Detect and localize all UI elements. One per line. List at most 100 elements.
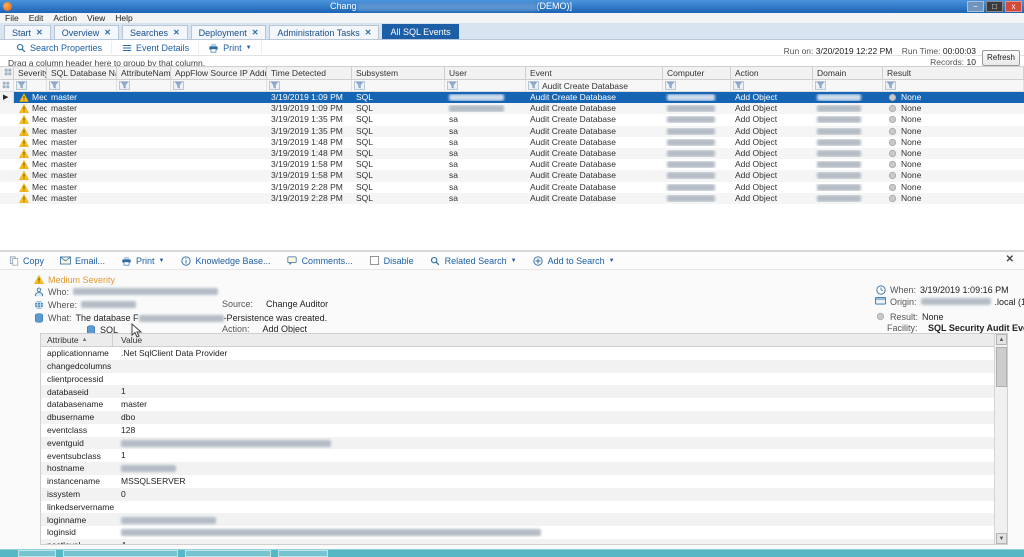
attribute-row[interactable]: hostname [41, 462, 1007, 475]
attribute-row[interactable]: clientprocessid [41, 373, 1007, 386]
filter-funnel-icon[interactable] [733, 81, 744, 90]
filter-funnel-icon[interactable] [49, 81, 60, 90]
filter-funnel-icon[interactable] [528, 81, 539, 90]
event-row[interactable]: Mediummaster3/19/2019 1:35 PMSQLsaAudit … [0, 114, 1024, 125]
close-button[interactable]: x [1005, 1, 1022, 12]
attribute-row[interactable]: issystem0 [41, 488, 1007, 501]
menu-item-edit[interactable]: Edit [29, 13, 44, 23]
detail-toolbar-add-to-search[interactable]: Add to Search▼ [533, 255, 615, 266]
filter-cell-attributename[interactable] [117, 80, 171, 91]
tab-overview[interactable]: Overview✕ [54, 25, 119, 39]
column-header-subsystem[interactable]: Subsystem [352, 67, 445, 79]
filter-cell-database[interactable] [47, 80, 117, 91]
scroll-up-icon[interactable]: ▲ [996, 334, 1007, 345]
toolbar-event-details[interactable]: Event Details [112, 41, 199, 54]
attribute-row[interactable]: databasenamemaster [41, 398, 1007, 411]
filter-funnel-icon[interactable] [119, 81, 130, 90]
scroll-down-icon[interactable]: ▼ [996, 533, 1007, 544]
menu-item-action[interactable]: Action [53, 13, 77, 23]
event-row[interactable]: Mediummaster3/19/2019 1:58 PMSQLsaAudit … [0, 159, 1024, 170]
attribute-row[interactable]: eventclass128 [41, 424, 1007, 437]
tab-searches[interactable]: Searches✕ [122, 25, 188, 39]
detail-toolbar-email[interactable]: Email... [60, 255, 105, 266]
taskbar-button[interactable] [63, 550, 178, 557]
column-header-attributename[interactable]: AttributeName [117, 67, 171, 79]
event-row[interactable]: Mediummaster3/19/2019 2:28 PMSQLsaAudit … [0, 182, 1024, 193]
filter-funnel-icon[interactable] [815, 81, 826, 90]
column-header-result[interactable]: Result [883, 67, 1024, 79]
detail-toolbar-print[interactable]: Print▼ [121, 255, 164, 266]
event-row[interactable]: Mediummaster3/19/2019 1:48 PMSQLsaAudit … [0, 137, 1024, 148]
filter-cell-action[interactable] [731, 80, 813, 91]
minimize-button[interactable]: − [967, 1, 984, 12]
filter-cell-appflow[interactable] [171, 80, 267, 91]
value-column-header[interactable]: Value [113, 334, 1007, 346]
column-header-action[interactable]: Action [731, 67, 813, 79]
column-header-domain[interactable]: Domain [813, 67, 883, 79]
event-row[interactable]: Mediummaster3/19/2019 1:58 PMSQLsaAudit … [0, 170, 1024, 181]
tab-close-icon[interactable]: ✕ [365, 28, 372, 37]
filter-cell-event[interactable]: Audit Create Database [526, 80, 663, 91]
filter-cell-severity[interactable] [14, 80, 47, 91]
attribute-column-header[interactable]: Attribute▲ [41, 334, 113, 346]
filter-funnel-icon[interactable] [269, 81, 280, 90]
attribute-row[interactable]: databaseid1 [41, 385, 1007, 398]
attribute-row[interactable]: nestlevel4 [41, 539, 1007, 545]
attribute-row[interactable]: instancenameMSSQLSERVER [41, 475, 1007, 488]
filter-funnel-icon[interactable] [173, 81, 184, 90]
filter-cell-subsystem[interactable] [352, 80, 445, 91]
filter-funnel-icon[interactable] [16, 81, 27, 90]
taskbar-button[interactable] [278, 550, 328, 557]
tab-deployment[interactable]: Deployment✕ [191, 25, 267, 39]
event-row[interactable]: Mediummaster3/19/2019 1:48 PMSQLsaAudit … [0, 148, 1024, 159]
attribute-row[interactable]: loginname [41, 513, 1007, 526]
event-row[interactable]: Mediummaster3/19/2019 2:28 PMSQLsaAudit … [0, 193, 1024, 204]
filter-cell-domain[interactable] [813, 80, 883, 91]
column-header-event[interactable]: Event [526, 67, 663, 79]
taskbar-button[interactable] [18, 550, 56, 557]
taskbar-button[interactable] [185, 550, 271, 557]
filter-cell-user[interactable] [445, 80, 526, 91]
scrollbar-thumb[interactable] [996, 347, 1007, 387]
column-header-appflow[interactable]: AppFlow Source IP Address [171, 67, 267, 79]
detail-toolbar-related-search[interactable]: Related Search▼ [430, 255, 517, 266]
filter-cell-time[interactable] [267, 80, 352, 91]
attribute-row[interactable]: linkedservername [41, 501, 1007, 514]
event-row[interactable]: Mediummaster3/19/2019 1:09 PMSQLAudit Cr… [0, 103, 1024, 114]
column-header-time[interactable]: Time Detected [267, 67, 352, 79]
event-row[interactable]: ▶Mediummaster3/19/2019 1:09 PMSQLAudit C… [0, 92, 1024, 103]
filter-funnel-icon[interactable] [665, 81, 676, 90]
tab-close-icon[interactable]: ✕ [104, 28, 111, 37]
menu-item-view[interactable]: View [87, 13, 105, 23]
menu-item-help[interactable]: Help [115, 13, 132, 23]
filter-funnel-icon[interactable] [447, 81, 458, 90]
tab-all-sql-events[interactable]: All SQL Events [382, 24, 458, 39]
attribute-row[interactable]: applicationname.Net SqlClient Data Provi… [41, 347, 1007, 360]
toolbar-search-properties[interactable]: Search Properties [6, 41, 112, 54]
detail-toolbar-copy[interactable]: Copy [8, 255, 44, 266]
detail-toolbar-knowledge-base[interactable]: Knowledge Base... [181, 255, 271, 266]
tab-start[interactable]: Start✕ [4, 25, 51, 39]
attribute-row[interactable]: eventsubclass1 [41, 449, 1007, 462]
detail-toolbar-comments[interactable]: Comments... [287, 255, 353, 266]
attribute-row[interactable]: eventguid [41, 437, 1007, 450]
filter-cell-computer[interactable] [663, 80, 731, 91]
tab-administration-tasks[interactable]: Administration Tasks✕ [269, 25, 379, 39]
filter-cell-result[interactable] [883, 80, 1024, 91]
maximize-button[interactable]: □ [986, 1, 1003, 12]
tab-close-icon[interactable]: ✕ [252, 28, 259, 37]
attribute-row[interactable]: changedcolumns [41, 360, 1007, 373]
toolbar-print[interactable]: Print▼ [199, 41, 261, 54]
refresh-button[interactable]: Refresh [982, 50, 1020, 66]
tab-close-icon[interactable]: ✕ [36, 28, 43, 37]
event-row[interactable]: Mediummaster3/19/2019 1:35 PMSQLsaAudit … [0, 126, 1024, 137]
tab-close-icon[interactable]: ✕ [173, 28, 180, 37]
attribute-table-scrollbar[interactable]: ▲▼ [994, 334, 1007, 544]
menu-item-file[interactable]: File [5, 13, 19, 23]
column-header-database[interactable]: SQL Database Name [47, 67, 117, 79]
attribute-row[interactable]: loginsid [41, 526, 1007, 539]
detail-close-icon[interactable]: ✕ [1006, 254, 1014, 265]
detail-toolbar-disable[interactable]: Disable [369, 255, 414, 266]
filter-funnel-icon[interactable] [885, 81, 896, 90]
attribute-row[interactable]: dbusernamedbo [41, 411, 1007, 424]
